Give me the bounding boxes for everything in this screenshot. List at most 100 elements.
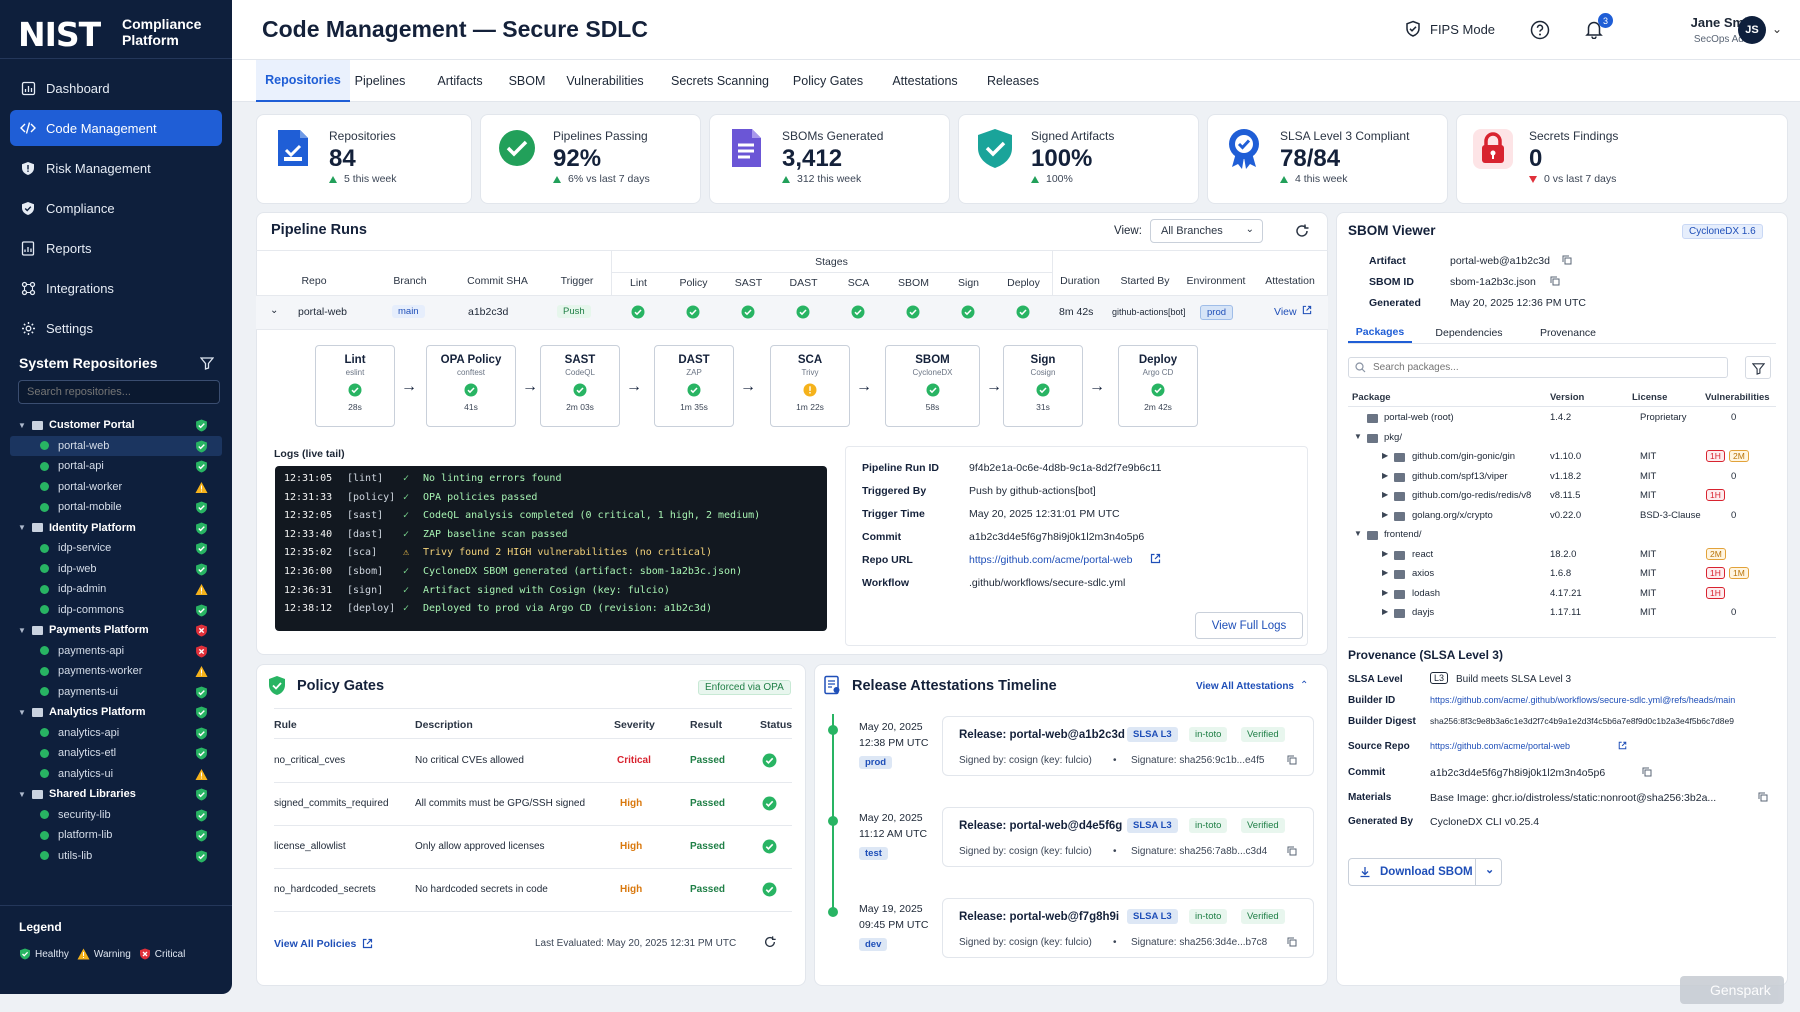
log-console[interactable]: 12:31:05 [lint] ✓ No linting errors found 12… [275, 466, 827, 631]
tab-secrets-scanning[interactable]: Secrets Scanning [662, 60, 778, 102]
repo-item[interactable]: idp-service [10, 538, 222, 559]
chevron-down-icon[interactable]: ⌄ [1485, 863, 1494, 876]
chevron-down-icon[interactable]: ▼ [18, 790, 28, 799]
copy-icon[interactable] [1562, 255, 1572, 268]
copy-icon[interactable] [1287, 846, 1297, 859]
tab-policy-gates[interactable]: Policy Gates [786, 60, 870, 102]
stat-card-secrets-findings[interactable]: Secrets Findings 0 0 vs last 7 days [1456, 114, 1788, 204]
copy-icon[interactable] [1550, 276, 1560, 289]
tab-attestations[interactable]: Attestations [880, 60, 970, 102]
release-title[interactable]: Release: portal-web@f7g8h9i [959, 911, 1119, 923]
repo-item[interactable]: analytics-etl [10, 743, 222, 764]
provenance-link[interactable]: https://github.com/acme/.github/workflow… [1430, 695, 1735, 705]
user-menu-chevron-icon[interactable]: ⌄ [1772, 22, 1782, 36]
stage-box-sast[interactable]: SAST CodeQL 2m 03s [540, 345, 620, 427]
chevron-right-icon[interactable]: ▶ [1382, 471, 1388, 480]
chevron-down-icon[interactable]: ▼ [18, 708, 28, 717]
attestation-view-link[interactable]: View [1274, 306, 1297, 318]
package-row[interactable]: ▶ axios 1.6.8 MIT 1H 1M [1354, 565, 1774, 584]
copy-icon[interactable] [1758, 792, 1768, 805]
package-row[interactable]: ▶ dayjs 1.17.11 MIT 0 [1354, 604, 1774, 623]
nav-item-dashboard[interactable]: Dashboard [10, 70, 222, 106]
copy-icon[interactable] [1287, 755, 1297, 768]
tab-sbom[interactable]: SBOM [500, 60, 554, 102]
external-link-icon[interactable] [1302, 305, 1312, 318]
refresh-icon[interactable] [763, 935, 777, 949]
nav-item-reports[interactable]: Reports [10, 230, 222, 266]
copy-icon[interactable] [1642, 767, 1652, 780]
package-row[interactable]: ▶ lodash 4.17.21 MIT 1H [1354, 585, 1774, 604]
external-link-icon[interactable] [1150, 553, 1161, 567]
package-row[interactable]: ▶ golang.org/x/crypto v0.22.0 BSD-3-Clause 0 [1354, 507, 1774, 526]
repo-group[interactable]: ▼ Identity Platform [10, 518, 222, 539]
sbom-tab-provenance[interactable]: Provenance [1528, 322, 1608, 343]
view-full-logs-button[interactable]: View Full Logs [1195, 612, 1303, 639]
repo-item[interactable]: payments-worker [10, 661, 222, 682]
stage-box-deploy[interactable]: Deploy Argo CD 2m 42s [1118, 345, 1198, 427]
stat-card-signed-artifacts[interactable]: Signed Artifacts 100% 100% [958, 114, 1199, 204]
repo-url-link[interactable]: https://github.com/acme/portal-web [969, 554, 1132, 566]
package-filter-button[interactable] [1745, 356, 1771, 379]
nav-item-code-management[interactable]: Code Management [10, 110, 222, 146]
view-all-attestations-link[interactable]: View All Attestations [1196, 681, 1294, 692]
repo-item[interactable]: idp-commons [10, 600, 222, 621]
user-avatar[interactable]: JS [1738, 16, 1766, 44]
nav-item-compliance[interactable]: Compliance [10, 190, 222, 226]
stage-box-opa-policy[interactable]: OPA Policy conftest 41s [426, 345, 516, 427]
repo-item[interactable]: portal-web [10, 435, 222, 456]
repo-item[interactable]: analytics-api [10, 723, 222, 744]
chevron-right-icon[interactable]: ▶ [1382, 568, 1388, 577]
repo-item[interactable]: idp-admin [10, 579, 222, 600]
nav-item-integrations[interactable]: Integrations [10, 270, 222, 306]
branch-filter-select[interactable]: All Branches ⌄ [1150, 219, 1263, 243]
download-sbom-button[interactable]: Download SBOM ⌄ [1348, 858, 1502, 886]
repo-item[interactable]: portal-mobile [10, 497, 222, 518]
chevron-right-icon[interactable]: ▶ [1382, 607, 1388, 616]
policy-rule[interactable]: no_critical_cves [274, 755, 345, 766]
repo-item[interactable]: platform-lib [10, 825, 222, 846]
stat-card-pipelines-passing[interactable]: Pipelines Passing 92% 6% vs last 7 days [480, 114, 701, 204]
package-row[interactable]: ▶ react 18.2.0 MIT 2M [1354, 546, 1774, 565]
stat-card-repositories[interactable]: Repositories 84 5 this week [256, 114, 472, 204]
repo-item[interactable]: utils-lib [10, 846, 222, 867]
repository-search-input[interactable] [18, 380, 220, 404]
chevron-right-icon[interactable]: ▶ [1382, 451, 1388, 460]
repo-group[interactable]: ▼ Analytics Platform [10, 702, 222, 723]
stage-box-sign[interactable]: Sign Cosign 31s [1003, 345, 1083, 427]
repo-item[interactable]: idp-web [10, 559, 222, 580]
repo-group[interactable]: ▼ Customer Portal [10, 415, 222, 436]
repo-item[interactable]: payments-api [10, 641, 222, 662]
fips-mode-toggle[interactable]: FIPS Mode [1404, 20, 1495, 38]
chevron-right-icon[interactable]: ▶ [1382, 510, 1388, 519]
chevron-down-icon[interactable]: ▼ [18, 626, 28, 635]
tab-pipelines[interactable]: Pipelines [344, 60, 416, 102]
sbom-tab-packages[interactable]: Packages [1348, 322, 1412, 343]
package-row[interactable]: ▶ github.com/gin-gonic/gin v1.10.0 MIT 1H 2M [1354, 448, 1774, 467]
repo-group[interactable]: ▼ Shared Libraries [10, 784, 222, 805]
stage-box-lint[interactable]: Lint eslint 28s [315, 345, 395, 427]
tab-repositories[interactable]: Repositories [256, 60, 350, 102]
provenance-link[interactable]: https://github.com/acme/portal-web [1430, 741, 1570, 751]
repo-item[interactable]: analytics-ui [10, 764, 222, 785]
row-collapse-chevron-icon[interactable]: ⌄ [270, 305, 278, 316]
nav-item-settings[interactable]: Settings [10, 310, 222, 346]
policy-rule[interactable]: signed_commits_required [274, 798, 389, 809]
policy-rule[interactable]: no_hardcoded_secrets [274, 884, 376, 895]
package-row[interactable]: ▼ pkg/ [1354, 429, 1774, 448]
external-link-icon[interactable] [1618, 741, 1627, 753]
chevron-right-icon[interactable]: ▶ [1382, 490, 1388, 499]
chevron-down-icon[interactable]: ▼ [1354, 432, 1362, 441]
package-search-input[interactable] [1348, 357, 1728, 378]
nist-logo[interactable]: NIST Compliance Platform [18, 12, 218, 54]
stat-card-sboms-generated[interactable]: SBOMs Generated 3,412 312 this week [709, 114, 950, 204]
repo-item[interactable]: security-lib [10, 805, 222, 826]
tab-releases[interactable]: Releases [978, 60, 1048, 102]
chevron-down-icon[interactable]: ▼ [1354, 529, 1362, 538]
external-link-icon[interactable] [362, 938, 373, 949]
chevron-right-icon[interactable]: ▶ [1382, 588, 1388, 597]
view-all-policies-link[interactable]: View All Policies [274, 938, 356, 950]
release-card[interactable]: Release: portal-web@f7g8h9i SLSA L3 in-tot… [942, 898, 1314, 958]
release-card[interactable]: Release: portal-web@a1b2c3d SLSA L3 in-tot… [942, 716, 1314, 776]
nav-item-risk-management[interactable]: Risk Management [10, 150, 222, 186]
chevron-down-icon[interactable]: ▼ [18, 523, 28, 532]
